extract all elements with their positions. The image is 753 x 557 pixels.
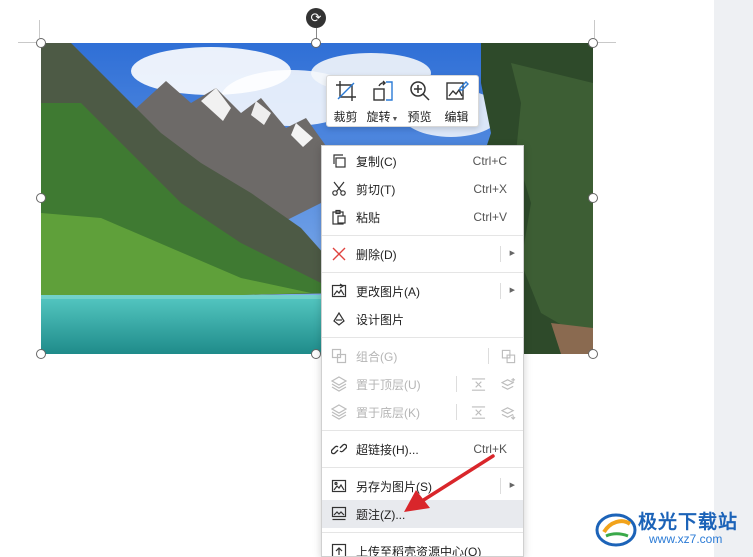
menu-item-label: 上传至稻壳资源中心(Q): [356, 544, 482, 557]
quick-actions: [458, 374, 518, 394]
resize-handle-right[interactable]: [588, 193, 598, 203]
scissors-icon: [329, 179, 349, 199]
page-corner-mark: [594, 20, 595, 38]
menu-item-label: 删除(D): [356, 247, 397, 262]
menu-item-shortcut: Ctrl+V: [473, 210, 507, 224]
menu-item-label: 题注(Z)...: [356, 507, 406, 522]
submenu-arrow-icon: ▶: [509, 287, 515, 294]
page-corner-mark: [18, 42, 36, 43]
layers-up-icon: [498, 374, 518, 394]
crop-button[interactable]: 裁剪: [327, 76, 364, 126]
layers-icon: [329, 402, 349, 422]
rotate-handle-icon[interactable]: ⟳: [306, 8, 326, 28]
quick-actions: [458, 402, 518, 422]
menu-item-paste[interactable]: 粘贴 Ctrl+V: [322, 203, 523, 231]
link-icon: [329, 439, 349, 459]
menu-separator: [322, 532, 523, 533]
menu-separator: [322, 430, 523, 431]
rotate-icon: [371, 79, 395, 106]
design-icon: [329, 309, 349, 329]
menu-item-cut[interactable]: 剪切(T) Ctrl+X: [322, 175, 523, 203]
edit-label: 编辑: [444, 110, 469, 124]
watermark-logo-icon: [595, 513, 637, 547]
rotate-label: 旋转▼: [367, 108, 399, 125]
menu-item-shortcut: Ctrl+K: [473, 442, 507, 456]
resize-handle-bottom[interactable]: [311, 349, 321, 359]
menu-item-save-as-picture[interactable]: 另存为图片(S) ▶: [322, 472, 523, 500]
page-corner-mark: [598, 42, 616, 43]
menu-divider: [500, 283, 501, 299]
menu-divider: [500, 246, 501, 262]
menu-item-label: 更改图片(A): [356, 284, 420, 299]
menu-item-shortcut: Ctrl+C: [472, 154, 507, 168]
context-menu: 复制(C) Ctrl+C 剪切(T) Ctrl+X 粘贴 Ctrl+V 删除(D…: [321, 145, 524, 557]
zoom-icon: [408, 79, 432, 106]
menu-item-label: 超链接(H)...: [356, 442, 419, 457]
menu-item-delete[interactable]: 删除(D) ▶: [322, 240, 523, 268]
quick-actions: [488, 346, 518, 366]
resize-handle-bottom-left[interactable]: [36, 349, 46, 359]
menu-separator: [322, 467, 523, 468]
edit-image-icon: [445, 79, 469, 106]
layers-down-icon: [498, 402, 518, 422]
resize-handle-left[interactable]: [36, 193, 46, 203]
align-top-icon: [468, 374, 488, 394]
paste-icon: [329, 207, 349, 227]
menu-item-design-picture[interactable]: 设计图片: [322, 305, 523, 333]
change-image-icon: [329, 281, 349, 301]
align-bottom-icon: [468, 402, 488, 422]
menu-item-group: 组合(G): [322, 342, 523, 370]
resize-handle-top-left[interactable]: [36, 38, 46, 48]
menu-item-upload-to-docer[interactable]: 上传至稻壳资源中心(Q): [322, 537, 523, 557]
group-icon: [498, 346, 518, 366]
preview-label: 预览: [407, 110, 432, 124]
menu-divider: [500, 478, 501, 494]
picture-quick-toolbar: 裁剪 旋转▼ 预览 编辑: [326, 75, 479, 127]
rotate-label-text: 旋转: [366, 110, 391, 124]
menu-divider: [456, 404, 457, 420]
edit-picture-button[interactable]: 编辑: [438, 76, 475, 126]
resize-handle-top[interactable]: [311, 38, 321, 48]
menu-item-change-picture[interactable]: 更改图片(A) ▶: [322, 277, 523, 305]
submenu-arrow-icon: ▶: [509, 482, 515, 489]
save-image-icon: [329, 476, 349, 496]
menu-item-bring-to-front: 置于顶层(U): [322, 370, 523, 398]
document-side-gutter: [714, 0, 753, 557]
menu-item-label: 粘贴: [356, 210, 381, 225]
copy-icon: [329, 151, 349, 171]
menu-item-send-to-back: 置于底层(K): [322, 398, 523, 426]
watermark-url: www.xz7.com: [649, 532, 723, 546]
menu-separator: [322, 272, 523, 273]
caption-icon: [329, 504, 349, 524]
menu-item-label: 剪切(T): [356, 182, 396, 197]
upload-icon: [329, 541, 349, 556]
crop-label: 裁剪: [333, 110, 358, 124]
menu-item-shortcut: Ctrl+X: [473, 182, 507, 196]
menu-divider: [456, 376, 457, 392]
menu-item-caption[interactable]: 题注(Z)...: [322, 500, 523, 528]
rotate-button[interactable]: 旋转▼: [364, 76, 401, 126]
watermark: 极光下载站 www.xz7.com: [592, 504, 752, 554]
delete-x-icon: [329, 244, 349, 264]
chevron-down-icon: ▼: [391, 116, 399, 123]
menu-separator: [322, 337, 523, 338]
submenu-arrow-icon: ▶: [509, 250, 515, 257]
menu-item-label: 复制(C): [356, 154, 397, 169]
resize-handle-bottom-right[interactable]: [588, 349, 598, 359]
menu-item-copy[interactable]: 复制(C) Ctrl+C: [322, 147, 523, 175]
resize-handle-top-right[interactable]: [588, 38, 598, 48]
crop-icon: [334, 79, 358, 106]
watermark-title: 极光下载站: [638, 512, 739, 533]
layers-icon: [329, 374, 349, 394]
menu-separator: [322, 235, 523, 236]
menu-item-hyperlink[interactable]: 超链接(H)... Ctrl+K: [322, 435, 523, 463]
menu-item-label: 设计图片: [356, 312, 405, 327]
page-corner-mark: [39, 20, 40, 38]
group-icon: [329, 346, 349, 366]
menu-item-label: 另存为图片(S): [356, 479, 432, 494]
preview-button[interactable]: 预览: [401, 76, 438, 126]
